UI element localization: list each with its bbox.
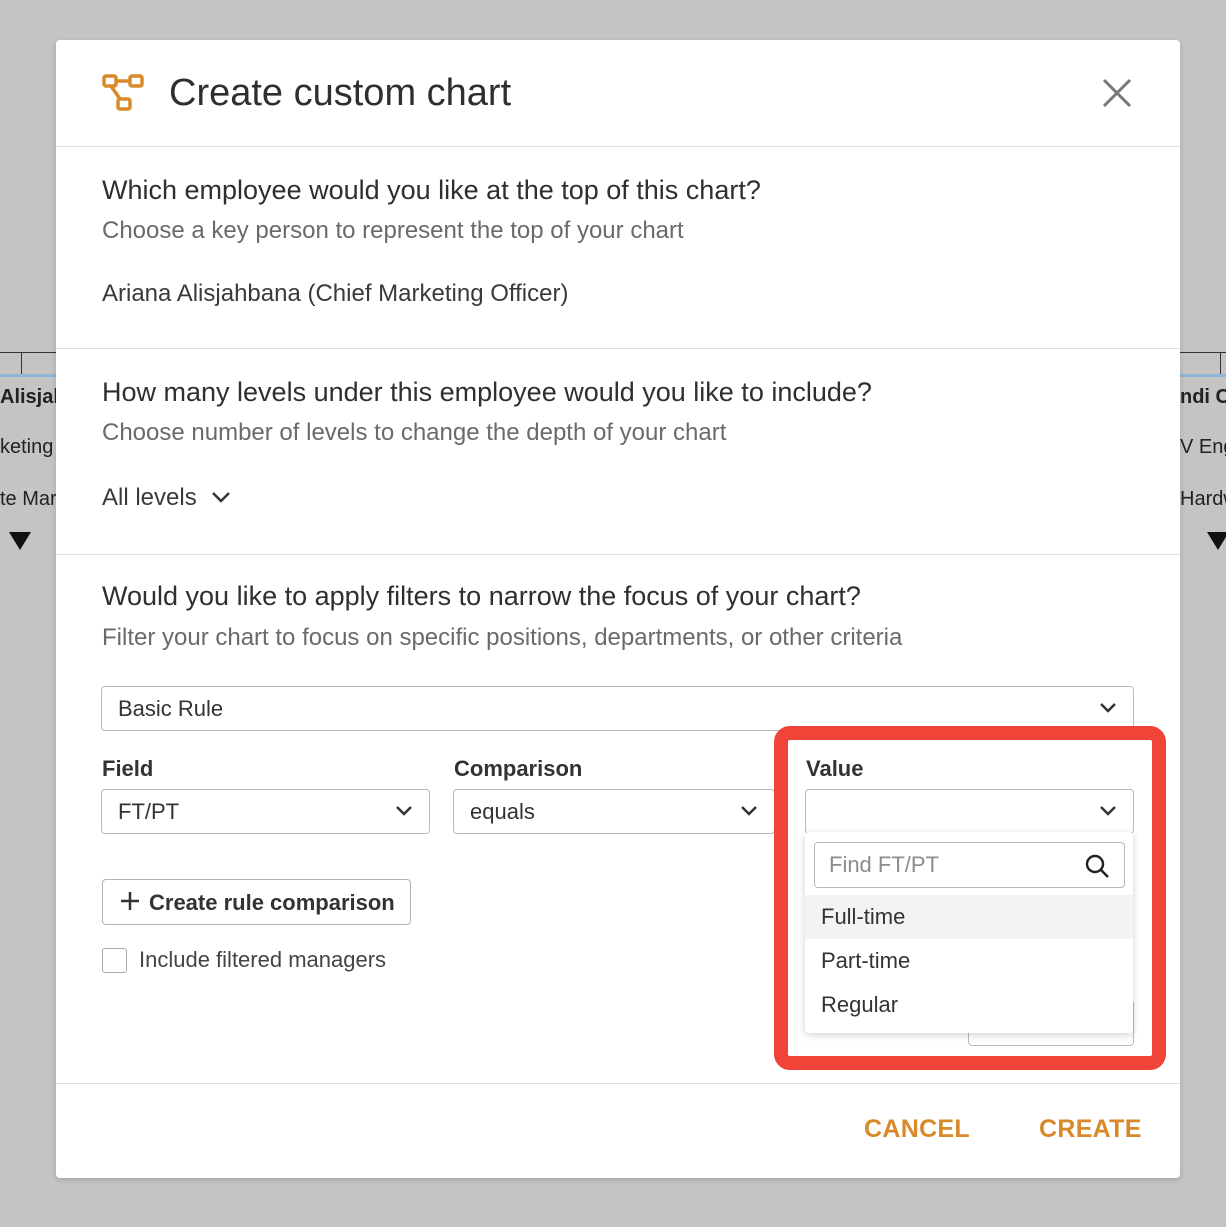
dropdown-search-box xyxy=(814,842,1125,888)
levels-question: How many levels under this employee woul… xyxy=(102,377,872,407)
top-employee-question: Which employee would you like at the top… xyxy=(102,175,761,205)
connector-line xyxy=(1220,352,1221,374)
create-rule-comparison-button[interactable]: Create rule comparison xyxy=(102,879,411,925)
chevron-down-icon xyxy=(396,806,412,816)
top-employee-section: Which employee would you like at the top… xyxy=(56,147,1180,349)
bg-card-dept: Hardw xyxy=(1180,488,1226,510)
org-chart-icon xyxy=(102,74,144,111)
connector-line xyxy=(0,352,56,353)
dropdown-option-regular[interactable]: Regular xyxy=(805,983,1133,1027)
connector-line xyxy=(21,352,22,374)
chevron-down-icon xyxy=(741,806,757,816)
chevron-down-icon xyxy=(1100,806,1116,816)
levels-subtitle: Choose number of levels to change the de… xyxy=(102,419,727,446)
close-icon[interactable] xyxy=(1100,76,1134,110)
field-label: Field xyxy=(102,756,154,781)
filters-subtitle: Filter your chart to focus on specific p… xyxy=(102,624,903,651)
value-select[interactable] xyxy=(805,789,1134,834)
levels-section: How many levels under this employee woul… xyxy=(56,349,1180,555)
comparison-label: Comparison xyxy=(454,756,583,781)
bg-card-title: V Eng xyxy=(1180,436,1226,458)
bg-card-dept: te Mar xyxy=(0,488,57,510)
dialog-header: Create custom chart xyxy=(56,40,1180,147)
bg-card-name: Alisjal xyxy=(0,386,59,408)
field-select[interactable]: FT/PT xyxy=(101,789,430,834)
create-custom-chart-dialog: Create custom chart Which employee would… xyxy=(56,40,1180,1178)
dropdown-option-part-time[interactable]: Part-time xyxy=(805,939,1133,983)
card-top-border xyxy=(1180,374,1226,377)
dialog-title: Create custom chart xyxy=(169,72,512,114)
card-top-border xyxy=(0,374,56,377)
field-value: FT/PT xyxy=(118,799,180,824)
bg-card-title: keting xyxy=(0,436,54,458)
expand-arrow-icon xyxy=(1207,532,1226,550)
chevron-down-icon xyxy=(212,492,231,503)
include-filtered-managers-label[interactable]: Include filtered managers xyxy=(139,947,386,973)
cancel-button[interactable]: CANCEL xyxy=(864,1115,970,1144)
rule-type-value: Basic Rule xyxy=(118,696,224,721)
levels-value: All levels xyxy=(102,484,197,511)
create-rule-comparison-label: Create rule comparison xyxy=(149,890,395,915)
create-button[interactable]: CREATE xyxy=(1039,1115,1142,1144)
value-dropdown-menu: Full-time Part-time Regular xyxy=(805,832,1133,1033)
filters-question: Would you like to apply filters to narro… xyxy=(102,581,861,611)
chevron-down-icon xyxy=(1100,703,1116,713)
plus-icon xyxy=(121,892,139,910)
comparison-value: equals xyxy=(470,799,535,824)
comparison-select[interactable]: equals xyxy=(453,789,775,834)
levels-dropdown[interactable]: All levels xyxy=(102,484,231,512)
dropdown-option-full-time[interactable]: Full-time xyxy=(805,895,1133,939)
search-icon[interactable] xyxy=(1084,853,1110,879)
footer-divider xyxy=(56,1083,1180,1084)
value-label: Value xyxy=(806,756,864,781)
top-employee-value[interactable]: Ariana Alisjahbana (Chief Marketing Offi… xyxy=(102,280,568,308)
dropdown-search-input[interactable] xyxy=(829,849,1079,881)
rule-type-select[interactable]: Basic Rule xyxy=(101,686,1134,731)
bg-card-name: ndi C xyxy=(1180,386,1226,408)
include-filtered-managers-checkbox[interactable] xyxy=(102,948,127,973)
expand-arrow-icon xyxy=(9,532,31,550)
top-employee-subtitle: Choose a key person to represent the top… xyxy=(102,217,684,244)
